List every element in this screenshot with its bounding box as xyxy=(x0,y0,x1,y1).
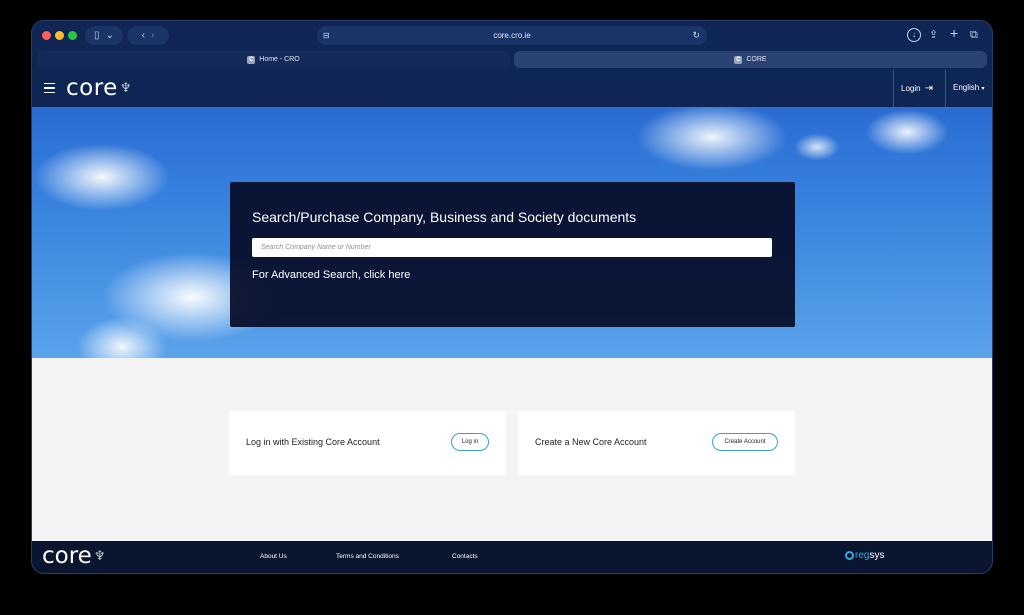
hero-banner: Search/Purchase Company, Business and So… xyxy=(32,107,992,358)
caret-down-icon: ▾ xyxy=(981,86,985,92)
logo-text: core xyxy=(66,75,118,101)
reload-icon[interactable]: ↻ xyxy=(692,30,700,41)
advanced-search-link[interactable]: here xyxy=(388,269,410,281)
regsys-sys: sys xyxy=(869,550,885,561)
sidebar-toggle-button[interactable]: ▯ ⌄ xyxy=(85,26,123,45)
tab-home-cro[interactable]: C Home - CRO xyxy=(37,51,510,68)
regsys-ring-icon xyxy=(845,551,854,560)
forward-icon[interactable]: › xyxy=(151,30,154,41)
page-settings-icon[interactable]: ⊟ xyxy=(323,31,330,40)
close-window-button[interactable] xyxy=(42,31,51,40)
tab-core[interactable]: C CORE xyxy=(514,51,987,68)
tab-label: CORE xyxy=(746,56,767,63)
language-dropdown[interactable]: English ▾ xyxy=(953,83,985,92)
header-divider xyxy=(945,70,946,107)
footer-terms-link[interactable]: Terms and Conditions xyxy=(336,553,399,560)
log-in-button[interactable]: Log in xyxy=(451,433,489,451)
maximize-window-button[interactable] xyxy=(68,31,77,40)
regsys-logo[interactable]: reg sys xyxy=(845,550,884,561)
footer-about-link[interactable]: About Us xyxy=(260,553,287,560)
core-logo[interactable]: core ♆ xyxy=(66,75,132,101)
tab-bar: C Home - CRO C CORE xyxy=(32,49,992,70)
login-label: Login xyxy=(901,84,921,93)
browser-window: ▯ ⌄ ‹ › ⊟ core.cro.ie ↻ ↓ ⇪ + ⧉ C Home -… xyxy=(32,21,992,573)
browser-toolbar: ▯ ⌄ ‹ › ⊟ core.cro.ie ↻ ↓ ⇪ + ⧉ xyxy=(32,21,992,49)
login-card-label: Log in with Existing Core Account xyxy=(246,437,380,447)
download-icon[interactable]: ↓ xyxy=(907,28,921,42)
chevron-down-icon: ⌄ xyxy=(105,30,114,41)
footer-contacts-link[interactable]: Contacts xyxy=(452,553,478,560)
company-search-input[interactable] xyxy=(252,238,772,257)
harp-icon: ♆ xyxy=(93,549,106,564)
new-tab-icon[interactable]: + xyxy=(950,26,958,40)
create-account-card: Create a New Core Account Create Account xyxy=(518,411,795,475)
advanced-search-prefix: For Advanced Search, click xyxy=(252,269,389,281)
url-text: core.cro.ie xyxy=(493,31,531,40)
address-bar[interactable]: ⊟ core.cro.ie ↻ xyxy=(317,26,707,45)
favicon-icon: C xyxy=(247,55,256,64)
tab-label: Home - CRO xyxy=(259,56,300,63)
advanced-search-text: For Advanced Search, click here xyxy=(252,269,410,281)
back-icon[interactable]: ‹ xyxy=(142,30,145,41)
share-icon[interactable]: ⇪ xyxy=(929,28,938,42)
footer-logo-text: core xyxy=(42,543,92,569)
create-account-button[interactable]: Create Account xyxy=(712,433,778,451)
sign-in-icon: ⇥ xyxy=(924,83,933,94)
harp-icon: ♆ xyxy=(119,81,132,96)
footer-logo[interactable]: core ♆ xyxy=(42,543,105,569)
history-nav: ‹ › xyxy=(127,26,169,45)
site-footer: core ♆ About Us Terms and Conditions Cont… xyxy=(32,541,992,573)
site-header: core ♆ Login ⇥ English ▾ xyxy=(32,70,992,107)
main-content: Log in with Existing Core Account Log in… xyxy=(32,358,992,541)
header-divider xyxy=(893,70,894,107)
sidebar-icon: ▯ xyxy=(94,30,100,41)
login-card: Log in with Existing Core Account Log in xyxy=(229,411,506,475)
login-link[interactable]: Login ⇥ xyxy=(901,83,933,94)
favicon-icon: C xyxy=(734,55,743,64)
search-title: Search/Purchase Company, Business and So… xyxy=(252,209,637,225)
regsys-reg: reg xyxy=(855,550,870,561)
search-panel: Search/Purchase Company, Business and So… xyxy=(230,182,795,327)
menu-icon[interactable] xyxy=(44,83,55,93)
create-account-label: Create a New Core Account xyxy=(535,437,647,447)
tab-overview-icon[interactable]: ⧉ xyxy=(970,28,978,42)
language-label: English xyxy=(953,83,980,92)
minimize-window-button[interactable] xyxy=(55,31,64,40)
